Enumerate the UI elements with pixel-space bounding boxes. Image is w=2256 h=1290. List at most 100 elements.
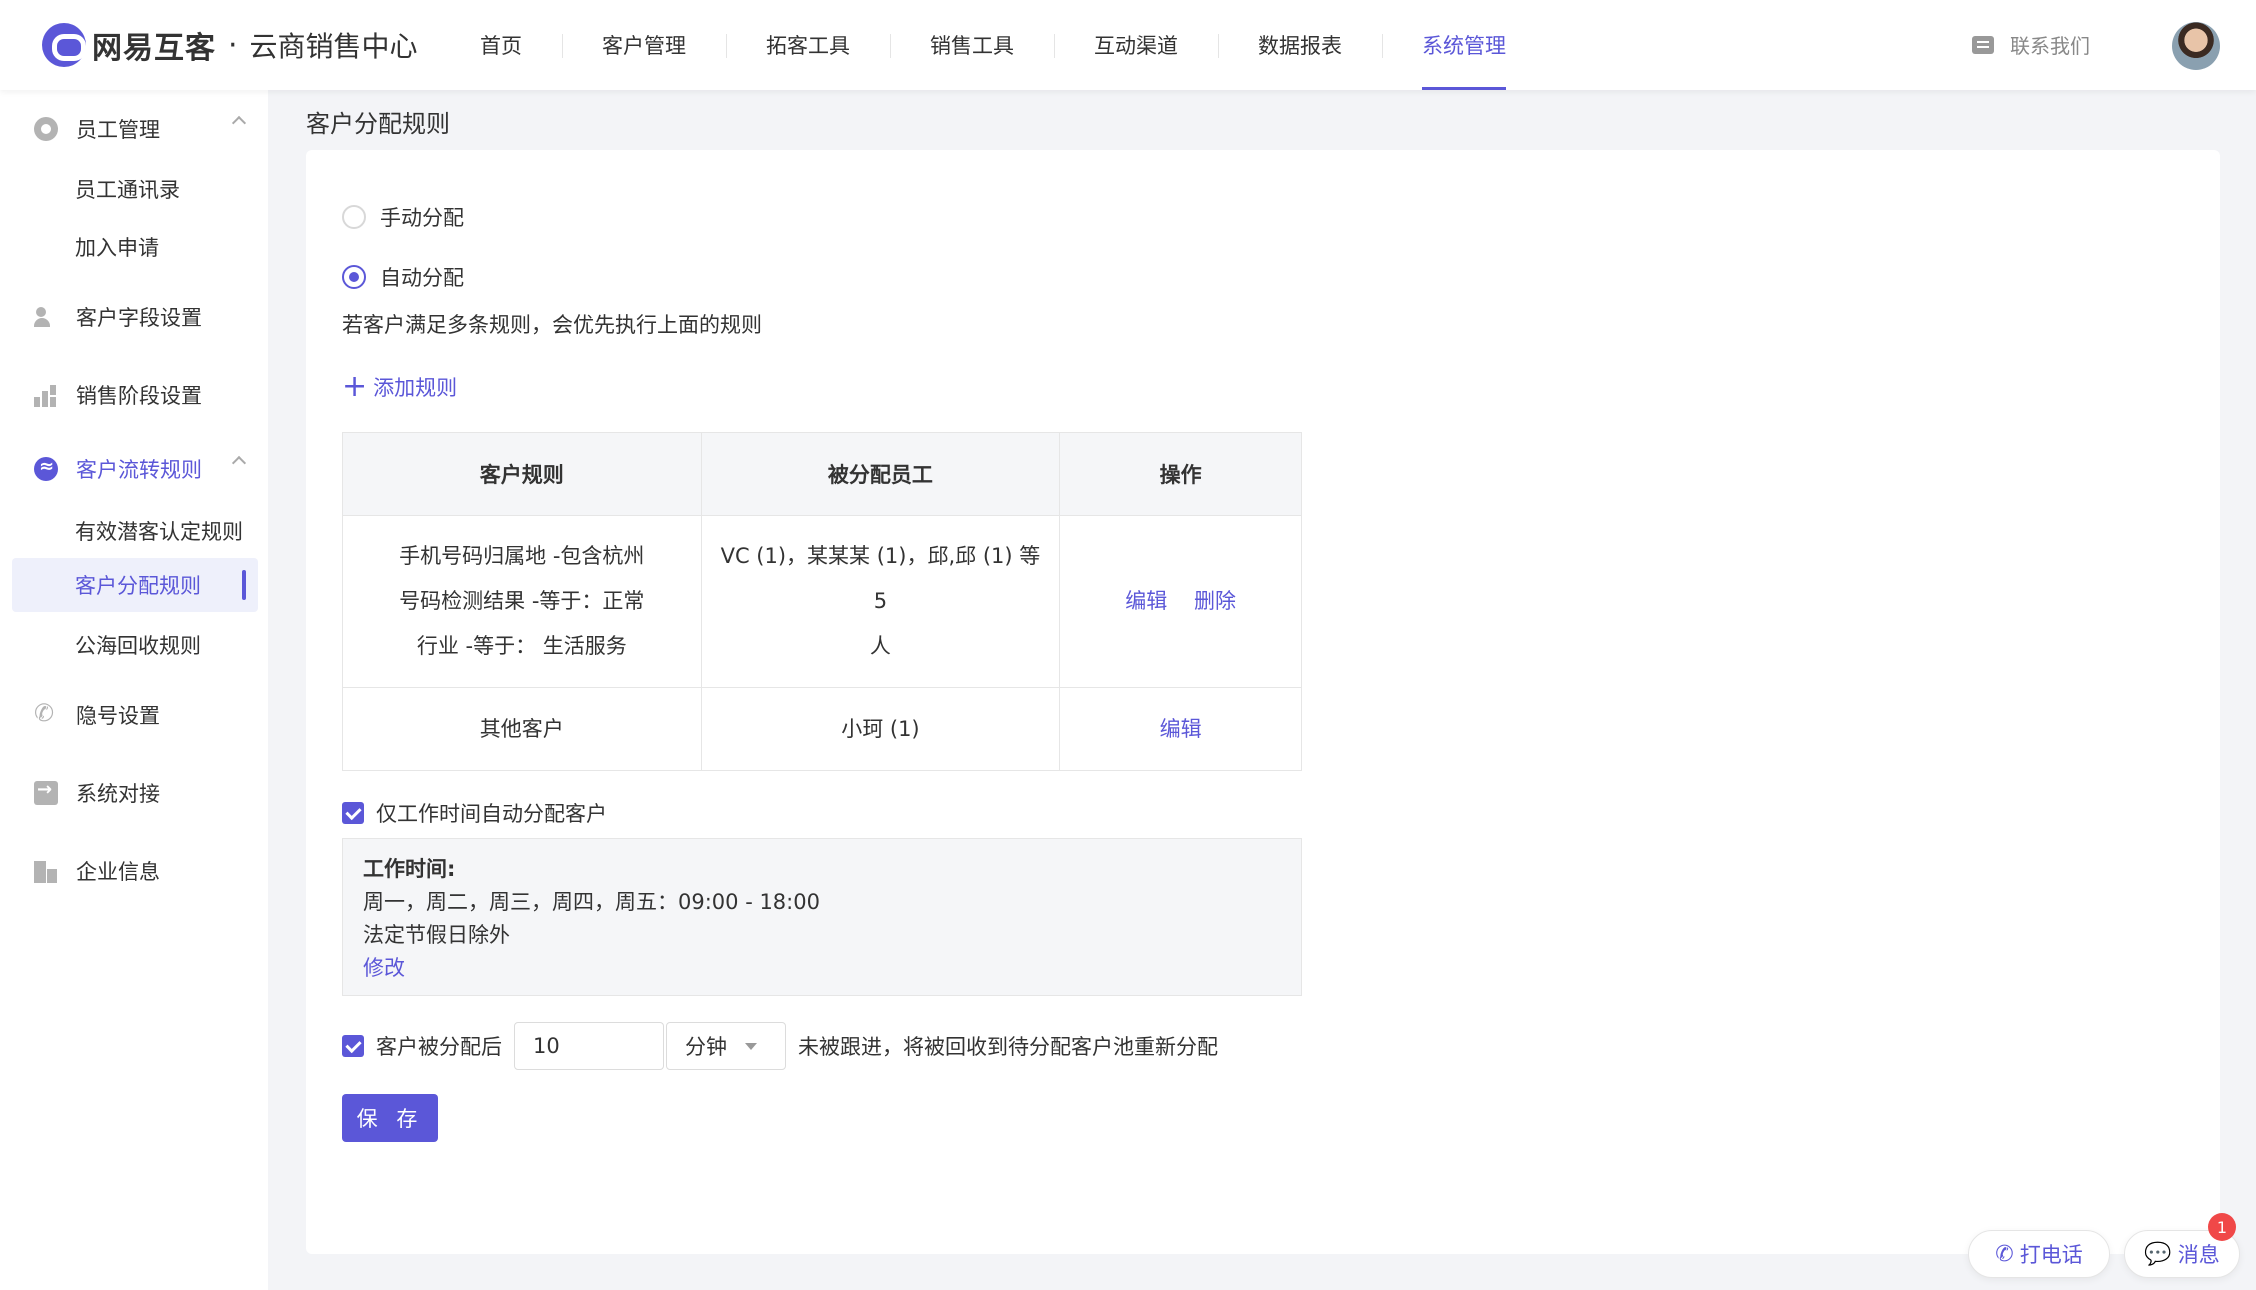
table-row: 其他客户 小珂 (1) 编辑 — [342, 687, 1302, 771]
system-link-icon — [34, 779, 58, 805]
sidebar-item-customer-assignment-rules[interactable]: 客户分配规则 — [12, 558, 258, 612]
contact-us-label: 联系我们 — [2010, 34, 2090, 58]
sidebar-group-label: 企业信息 — [76, 860, 160, 884]
sidebar-item-join-requests[interactable]: 加入申请 — [75, 232, 159, 262]
sidebar-group-company-info[interactable]: 企业信息 — [34, 856, 244, 886]
main-nav: 首页 客户管理 拓客工具 销售工具 互动渠道 数据报表 系统管理 — [440, 0, 1546, 90]
call-label: 打电话 — [2019, 1243, 2083, 1267]
worktime-days: 周一，周二，周三，周四，周五：09:00 - 18:00 — [363, 890, 820, 914]
chevron-up-icon — [231, 455, 247, 471]
sidebar-group-label: 员工管理 — [76, 118, 160, 142]
column-header-assigned-staff: 被分配员工 — [700, 432, 1061, 516]
phone-icon: ✆ — [1995, 1241, 2014, 1267]
radio-auto[interactable] — [342, 265, 366, 289]
edit-rule-link[interactable]: 编辑 — [1160, 717, 1202, 741]
assigned-staff-text-cont: 人 — [869, 634, 891, 658]
manual-assign-option[interactable]: 手动分配 — [342, 202, 464, 232]
rule-condition: 手机号码归属地 -包含杭州 — [399, 544, 645, 568]
rules-table: 客户规则 被分配员工 操作 手机号码归属地 -包含杭州 号码检测结果 -等于：正… — [342, 432, 1302, 771]
person-icon — [34, 305, 58, 329]
phone-icon — [34, 699, 58, 727]
brand-subtitle: 云商销售中心 — [249, 30, 418, 63]
sidebar-item-staff-directory[interactable]: 员工通讯录 — [75, 174, 180, 204]
recycle-unit-select[interactable]: 分钟 — [666, 1022, 786, 1070]
radio-manual[interactable] — [342, 205, 366, 229]
nav-system-management[interactable]: 系统管理 — [1382, 0, 1546, 90]
sidebar-item-valid-prospect-rules[interactable]: 有效潜客认定规则 — [75, 516, 243, 546]
message-count-badge: 1 — [2208, 1213, 2236, 1241]
auto-assign-option[interactable]: 自动分配 — [342, 262, 464, 292]
rule-condition: 号码检测结果 -等于：正常 — [399, 589, 645, 613]
sidebar-group-label: 系统对接 — [76, 782, 160, 806]
worktime-title: 工作时间: — [363, 857, 456, 881]
edit-rule-link[interactable]: 编辑 — [1125, 589, 1167, 613]
worktime-only-option[interactable]: 仅工作时间自动分配客户 — [342, 798, 607, 828]
plus-icon: + — [342, 369, 368, 404]
sidebar-group-customer-flow-rules[interactable]: 客户流转规则 — [34, 454, 247, 484]
sidebar-group-label: 隐号设置 — [76, 704, 160, 728]
nav-interaction-channels[interactable]: 互动渠道 — [1054, 0, 1218, 90]
assignment-rules-card: 手动分配 自动分配 若客户满足多条规则，会优先执行上面的规则 + 添加规则 客户… — [306, 150, 2220, 1254]
rule-conditions-cell: 手机号码归属地 -包含杭州 号码检测结果 -等于：正常 行业 -等于： 生活服务 — [342, 515, 702, 688]
sidebar: 员工管理 员工通讯录 加入申请 客户字段设置 销售阶段设置 客户流转规则 有效潜… — [0, 90, 268, 1290]
sidebar-group-label: 客户字段设置 — [76, 306, 202, 330]
top-navigation-bar: 网易互客 · 云商销售中心 首页 客户管理 拓客工具 销售工具 互动渠道 数据报… — [0, 0, 2256, 90]
auto-assign-label: 自动分配 — [380, 266, 464, 290]
flow-icon — [34, 456, 58, 481]
edit-worktime-link[interactable]: 修改 — [363, 952, 1281, 985]
recycle-suffix: 未被跟进，将被回收到待分配客户池重新分配 — [798, 1035, 1218, 1059]
rule-conditions-cell: 其他客户 — [342, 687, 702, 771]
recycle-unit-value: 分钟 — [685, 1035, 727, 1059]
assigned-staff-cell: 小珂 (1) — [700, 687, 1061, 771]
recycle-prefix: 客户被分配后 — [376, 1035, 502, 1059]
table-row: 手机号码归属地 -包含杭州 号码检测结果 -等于：正常 行业 -等于： 生活服务… — [342, 515, 1302, 688]
nav-prospecting-tools[interactable]: 拓客工具 — [726, 0, 890, 90]
chat-bubble-icon: 💬 — [2144, 1241, 2172, 1267]
chat-icon — [1972, 35, 1994, 54]
recycle-option: 客户被分配后 分钟 未被跟进，将被回收到待分配客户池重新分配 — [342, 1022, 1218, 1070]
sidebar-item-public-pool-recycle-rules[interactable]: 公海回收规则 — [75, 630, 201, 660]
manual-assign-label: 手动分配 — [380, 206, 464, 230]
assigned-staff-text: VC (1)，某某某 (1)，邱,邱 (1) 等5 — [720, 544, 1041, 613]
priority-hint: 若客户满足多条规则，会优先执行上面的规则 — [342, 313, 762, 337]
sidebar-group-customer-fields[interactable]: 客户字段设置 — [34, 302, 244, 332]
assigned-staff-cell: VC (1)，某某某 (1)，邱,邱 (1) 等5 人 — [700, 515, 1061, 688]
user-avatar[interactable] — [2172, 22, 2220, 70]
sidebar-group-sales-stages[interactable]: 销售阶段设置 — [34, 380, 244, 410]
recycle-time-input[interactable] — [514, 1022, 664, 1070]
table-header-row: 客户规则 被分配员工 操作 — [342, 432, 1302, 516]
sidebar-group-hidden-number[interactable]: 隐号设置 — [34, 699, 244, 730]
sidebar-group-label: 客户流转规则 — [76, 458, 202, 482]
sidebar-group-label: 销售阶段设置 — [76, 384, 202, 408]
nav-sales-tools[interactable]: 销售工具 — [890, 0, 1054, 90]
brand[interactable]: 网易互客 · 云商销售中心 — [42, 22, 418, 68]
contact-us-button[interactable]: 联系我们 — [1972, 30, 2090, 59]
actions-cell: 编辑 删除 — [1059, 515, 1302, 688]
worktime-only-checkbox[interactable] — [342, 802, 364, 824]
recycle-checkbox[interactable] — [342, 1035, 364, 1057]
rule-condition: 行业 -等于： 生活服务 — [416, 634, 627, 658]
delete-rule-link[interactable]: 删除 — [1194, 589, 1236, 613]
nav-data-reports[interactable]: 数据报表 — [1218, 0, 1382, 90]
worktime-only-label: 仅工作时间自动分配客户 — [376, 802, 607, 826]
page-title: 客户分配规则 — [306, 110, 450, 138]
chevron-down-icon — [745, 1043, 757, 1050]
gear-icon — [34, 117, 58, 141]
column-header-actions: 操作 — [1059, 432, 1302, 516]
worktime-panel: 工作时间: 周一，周二，周三，周四，周五：09:00 - 18:00 法定节假日… — [342, 838, 1302, 996]
save-button[interactable]: 保 存 — [342, 1094, 438, 1142]
building-icon — [34, 859, 58, 883]
nav-home[interactable]: 首页 — [440, 0, 562, 90]
add-rule-label: 添加规则 — [373, 376, 458, 400]
worktime-holiday-note: 法定节假日除外 — [363, 923, 510, 947]
stairs-icon — [34, 383, 58, 407]
nav-customer-management[interactable]: 客户管理 — [562, 0, 726, 90]
brand-logo-icon — [42, 23, 86, 67]
sidebar-group-system-integration[interactable]: 系统对接 — [34, 778, 244, 808]
brand-separator: · — [228, 27, 238, 63]
message-label: 消息 — [2177, 1243, 2220, 1267]
add-rule-button[interactable]: + 添加规则 — [342, 372, 457, 402]
call-button[interactable]: ✆ 打电话 — [1968, 1230, 2110, 1278]
sidebar-group-staff-management[interactable]: 员工管理 — [34, 114, 247, 144]
column-header-customer-rule: 客户规则 — [342, 432, 702, 516]
